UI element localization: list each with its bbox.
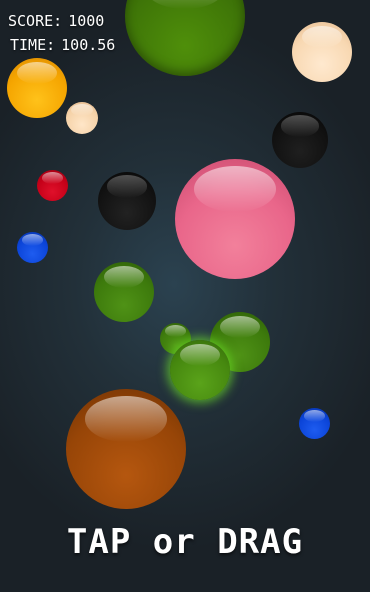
- ball-red[interactable]: [37, 170, 68, 201]
- ball-blue-right[interactable]: [299, 408, 330, 439]
- ball-yellow[interactable]: [7, 58, 67, 118]
- time-display: TIME: 100.56: [10, 36, 115, 54]
- tap-or-drag-prompt: TAP or DRAG: [66, 522, 304, 562]
- score-value: 1000: [68, 12, 105, 30]
- ball-pink[interactable]: [175, 159, 295, 279]
- score-label: SCORE:: [8, 12, 63, 30]
- ball-green-mid[interactable]: [94, 262, 154, 322]
- ball-blue-left[interactable]: [17, 232, 48, 263]
- ball-green-selected[interactable]: [170, 340, 230, 400]
- ball-green-top[interactable]: [125, 0, 245, 76]
- game-board[interactable]: SCORE: 1000 TIME: 100.56 TAP or DRAG: [0, 0, 370, 592]
- ball-black-mid[interactable]: [98, 172, 156, 230]
- ball-black-right[interactable]: [272, 112, 328, 168]
- time-label: TIME:: [10, 36, 56, 54]
- score-display: SCORE: 1000: [8, 12, 104, 30]
- ball-cream-small[interactable]: [66, 102, 98, 134]
- time-value: 100.56: [61, 36, 116, 54]
- ball-brown[interactable]: [66, 389, 186, 509]
- ball-cream-top-right[interactable]: [292, 22, 352, 82]
